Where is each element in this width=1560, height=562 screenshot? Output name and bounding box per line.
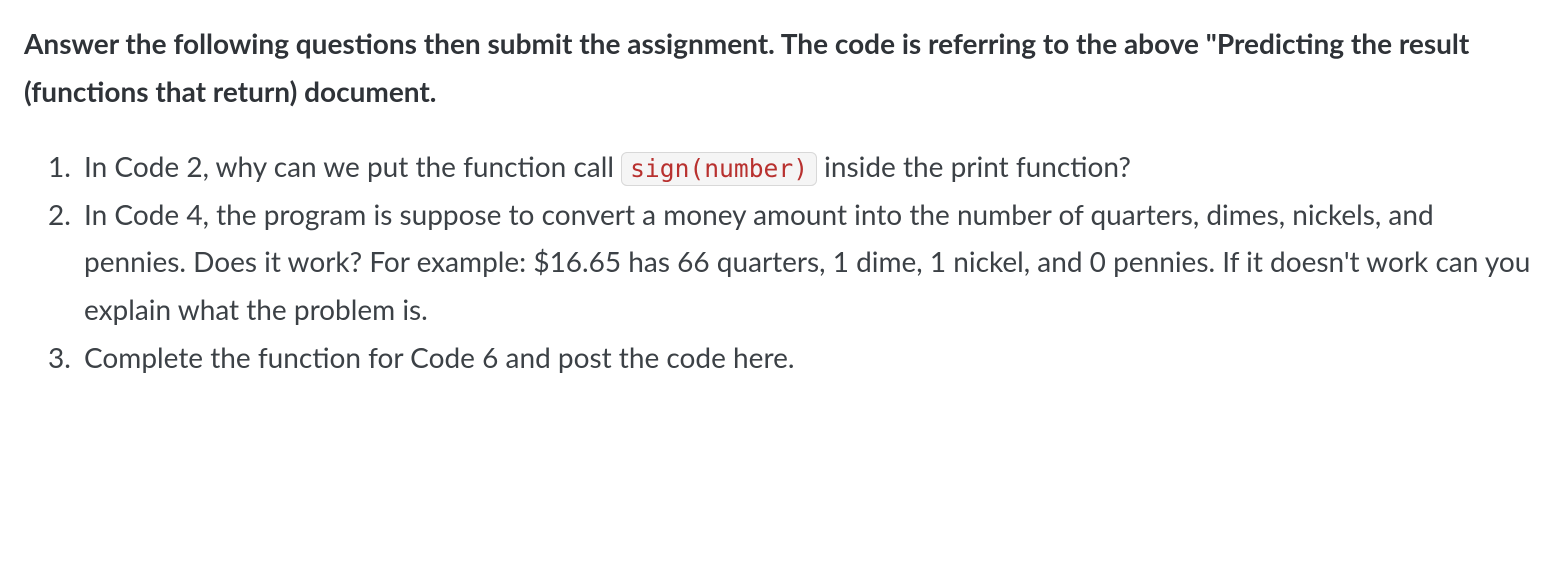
question-1-text-post: inside the print function? (817, 149, 1131, 183)
question-list: In Code 2, why can we put the function c… (24, 143, 1536, 381)
inline-code-sign-number: sign(number) (621, 152, 817, 186)
question-3-text: Complete the function for Code 6 and pos… (84, 340, 794, 374)
assignment-intro: Answer the following questions then subm… (24, 20, 1536, 115)
question-1: In Code 2, why can we put the function c… (78, 143, 1536, 191)
question-3: Complete the function for Code 6 and pos… (78, 334, 1536, 382)
question-1-text-pre: In Code 2, why can we put the function c… (84, 149, 621, 183)
question-2-text: In Code 4, the program is suppose to con… (84, 197, 1530, 326)
question-2: In Code 4, the program is suppose to con… (78, 191, 1536, 334)
